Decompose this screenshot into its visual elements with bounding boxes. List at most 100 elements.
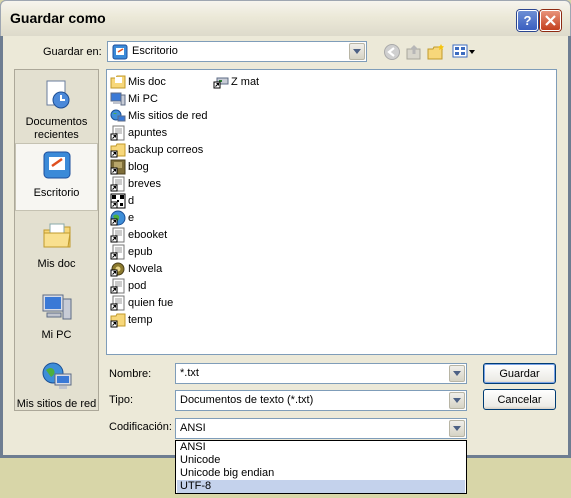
list-item[interactable]: apuntes (110, 124, 167, 141)
file-name: Mis doc (128, 75, 166, 88)
my-computer-icon (42, 294, 71, 320)
file-name: pod (128, 279, 147, 292)
place-recent-documents[interactable]: Documentos recientes (15, 78, 98, 142)
list-item[interactable]: ebooket (110, 226, 167, 243)
recent-documents-icon (46, 80, 69, 109)
list-item[interactable]: e (110, 209, 134, 226)
encoding-options-list: ANSI Unicode Unicode big endian UTF-8 (175, 440, 467, 494)
list-item[interactable]: epub (110, 243, 152, 260)
drive-shortcut-icon (213, 77, 229, 88)
file-name: apuntes (128, 126, 168, 139)
up-folder-icon[interactable] (405, 43, 423, 61)
folder-icon (110, 75, 126, 88)
save-in-value: Escritorio (132, 45, 178, 57)
title-bar[interactable]: Guardar como ? (0, 0, 571, 36)
save-in-dropdown[interactable]: Escritorio (107, 41, 367, 62)
folder-shortcut-icon (110, 313, 126, 327)
network-places-icon (42, 362, 71, 389)
file-type-value: Documentos de texto (*.txt) (180, 394, 314, 406)
file-name: breves (128, 177, 162, 190)
place-my-computer[interactable]: Mi PC (15, 291, 98, 342)
file-name: d (128, 194, 135, 207)
place-label: Mis sitios de red (16, 398, 97, 410)
views-icon (452, 44, 468, 58)
list-item[interactable]: d (110, 192, 134, 209)
file-name: backup correos (128, 143, 204, 156)
list-item[interactable]: backup correos (110, 141, 203, 158)
computer-icon (110, 92, 126, 105)
list-item[interactable]: blog (110, 158, 149, 175)
file-name: Mi PC (128, 92, 158, 105)
gear-shortcut-icon (110, 262, 125, 276)
filename-input[interactable]: *.txt (175, 363, 467, 384)
list-item[interactable]: Novela (110, 260, 162, 277)
list-item[interactable]: Mi PC (110, 90, 158, 107)
list-item[interactable]: breves (110, 175, 161, 192)
shortcut-icon (110, 295, 125, 310)
chevron-down-icon[interactable] (449, 365, 465, 382)
place-my-documents[interactable]: Mis doc (15, 220, 98, 271)
list-item[interactable]: pod (110, 277, 146, 294)
chevron-down-icon (469, 50, 475, 54)
type-label: Tipo: (109, 394, 134, 406)
window-title: Guardar como (10, 10, 106, 26)
close-icon (545, 15, 556, 26)
help-button[interactable]: ? (517, 10, 538, 31)
desktop-icon (43, 151, 70, 179)
place-label: Mis doc (37, 258, 76, 270)
qr-shortcut-icon (110, 193, 126, 208)
file-name: Mis sitios de red (128, 109, 208, 122)
new-folder-icon[interactable] (427, 43, 445, 61)
file-name: epub (128, 245, 153, 258)
file-name: temp (128, 313, 153, 326)
encoding-option[interactable]: ANSI (177, 441, 465, 454)
list-item[interactable]: Mis sitios de red (110, 107, 207, 124)
network-icon (110, 109, 126, 121)
shortcut-icon (110, 244, 125, 259)
globe-shortcut-icon (110, 210, 126, 225)
shortcut-icon (110, 125, 125, 140)
desktop-icon (112, 44, 128, 60)
file-type-dropdown[interactable]: Documentos de texto (*.txt) (175, 390, 467, 411)
encoding-label: Codificación: (109, 421, 172, 433)
image-shortcut-icon (110, 159, 126, 174)
filename-value: *.txt (180, 367, 199, 379)
file-name: ebooket (128, 228, 168, 241)
file-name: Z mat (231, 75, 260, 88)
place-label: Mi PC (41, 329, 72, 341)
encoding-option[interactable]: Unicode big endian (177, 467, 465, 480)
name-label: Nombre: (109, 368, 152, 380)
list-item[interactable]: temp (110, 311, 152, 328)
shortcut-icon (110, 227, 125, 242)
place-label: Escritorio (33, 187, 80, 199)
file-name: e (128, 211, 135, 224)
shortcut-icon (110, 176, 125, 191)
file-name: quien fue (128, 296, 174, 309)
encoding-option-highlighted[interactable]: UTF-8 (177, 480, 465, 493)
encoding-option[interactable]: Unicode (177, 454, 465, 467)
save-in-label: Guardar en: (43, 46, 102, 58)
views-menu[interactable] (452, 43, 476, 61)
file-list[interactable]: Mis doc Mi PC Mis sitios de red apuntes … (106, 69, 557, 355)
chevron-down-icon[interactable] (449, 420, 465, 437)
cancel-button[interactable]: Cancelar (483, 389, 556, 410)
chevron-down-icon[interactable] (349, 43, 365, 60)
chevron-down-icon[interactable] (449, 392, 465, 409)
my-documents-icon (43, 223, 71, 248)
place-desktop[interactable]: Escritorio (15, 143, 98, 211)
list-item[interactable]: Z mat (213, 73, 259, 90)
place-label: Documentos recientes (25, 116, 88, 141)
places-bar: Documentos recientes Escritorio Mis doc … (14, 69, 99, 411)
file-name: blog (128, 160, 149, 173)
folder-shortcut-icon (110, 143, 126, 157)
file-name: Novela (128, 262, 163, 275)
encoding-value: ANSI (180, 422, 206, 434)
encoding-dropdown[interactable]: ANSI (175, 418, 467, 439)
list-item[interactable]: quien fue (110, 294, 173, 311)
close-button[interactable] (540, 10, 561, 31)
shortcut-icon (110, 278, 125, 293)
back-icon[interactable] (383, 43, 401, 61)
list-item[interactable]: Mis doc (110, 73, 166, 90)
save-button[interactable]: Guardar (483, 363, 556, 384)
place-network[interactable]: Mis sitios de red (15, 360, 98, 411)
